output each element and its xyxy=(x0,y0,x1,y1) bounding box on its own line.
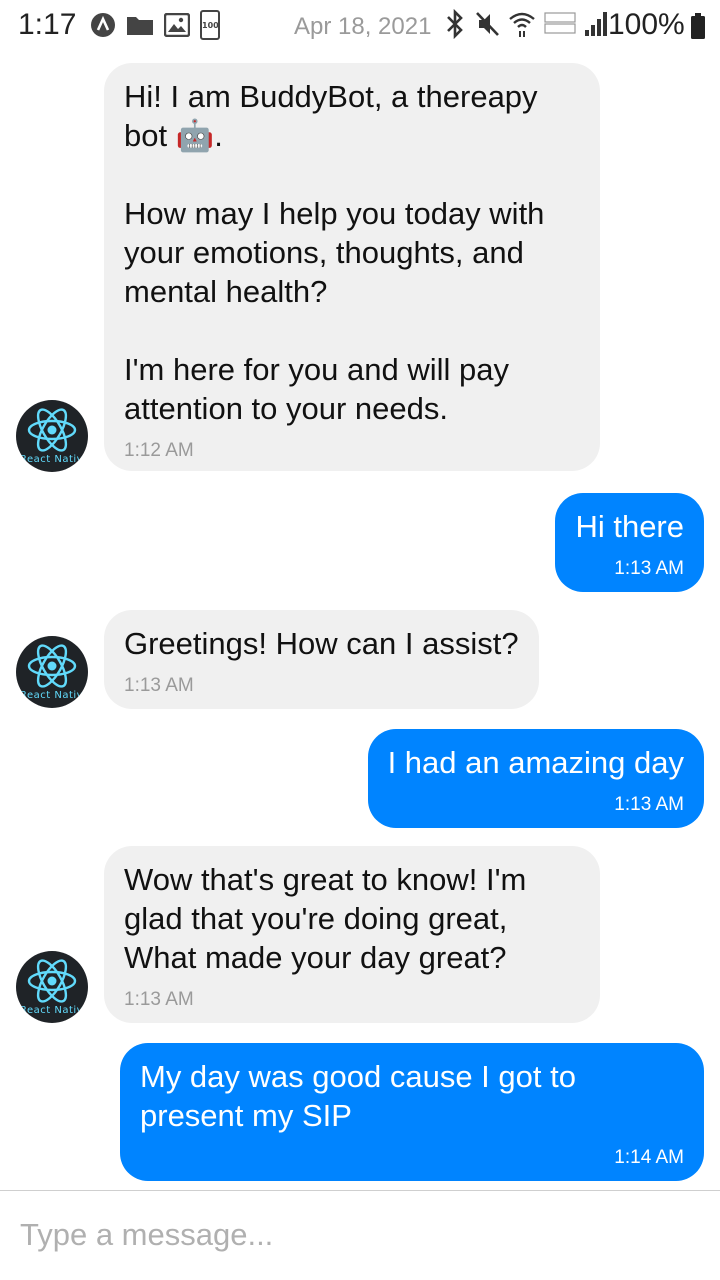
avatar-label: React Native xyxy=(20,1005,88,1016)
status-date: Apr 18, 2021 xyxy=(294,13,432,40)
user-message-bubble: My day was good cause I got to present m… xyxy=(120,1043,704,1181)
message-text: Wow that's great to know! I'm glad that … xyxy=(124,862,535,975)
status-system-icons xyxy=(444,9,610,39)
avatar-label: React Native xyxy=(20,690,88,701)
battery-notification-icon: 100 xyxy=(200,10,220,40)
status-notification-icons: 100 xyxy=(90,10,220,40)
mute-icon xyxy=(476,12,499,36)
status-bar: 1:17 100 Apr 18, 2021 100% xyxy=(0,0,720,52)
folder-icon xyxy=(127,17,153,35)
app-notification-icon xyxy=(91,13,115,37)
bot-avatar: React Native xyxy=(16,636,88,708)
react-logo-icon xyxy=(27,408,77,452)
bot-message-bubble: Hi! I am BuddyBot, a thereapy bot 🤖. How… xyxy=(104,63,600,471)
bluetooth-icon xyxy=(447,9,463,39)
lte-icon xyxy=(544,12,576,34)
chat-thread[interactable]: Hi! I am BuddyBot, a thereapy bot 🤖. How… xyxy=(0,52,720,1190)
message-timestamp: 1:13 AM xyxy=(124,989,194,1010)
battery-icon xyxy=(691,13,705,39)
react-logo-icon xyxy=(27,959,77,1003)
message-text: Hi there xyxy=(575,509,684,544)
image-icon xyxy=(164,13,190,37)
message-text: I had an amazing day xyxy=(387,745,684,780)
wifi-icon xyxy=(509,12,535,37)
bot-message-bubble: Wow that's great to know! I'm glad that … xyxy=(104,846,600,1023)
message-timestamp: 1:13 AM xyxy=(614,558,684,579)
bot-avatar: React Native xyxy=(16,951,88,1023)
message-text: My day was good cause I got to present m… xyxy=(140,1059,585,1133)
bot-avatar: React Native xyxy=(16,400,88,472)
message-timestamp: 1:14 AM xyxy=(614,1147,684,1168)
user-message-bubble: Hi there 1:13 AM xyxy=(555,493,704,592)
bot-message-bubble: Greetings! How can I assist? 1:13 AM xyxy=(104,610,539,709)
react-logo-icon xyxy=(27,644,77,688)
status-time: 1:17 xyxy=(18,8,77,41)
message-text: Greetings! How can I assist? xyxy=(124,626,519,661)
message-text: Hi! I am BuddyBot, a thereapy bot 🤖. How… xyxy=(124,79,545,426)
signal-icon xyxy=(585,12,607,36)
message-input[interactable] xyxy=(20,1213,700,1257)
battery-percent: 100% xyxy=(608,8,685,41)
message-timestamp: 1:13 AM xyxy=(614,794,684,815)
user-message-bubble: I had an amazing day 1:13 AM xyxy=(367,729,704,828)
message-timestamp: 1:12 AM xyxy=(124,440,194,461)
message-composer xyxy=(0,1190,720,1280)
message-timestamp: 1:13 AM xyxy=(124,675,194,696)
avatar-label: React Native xyxy=(20,454,88,465)
